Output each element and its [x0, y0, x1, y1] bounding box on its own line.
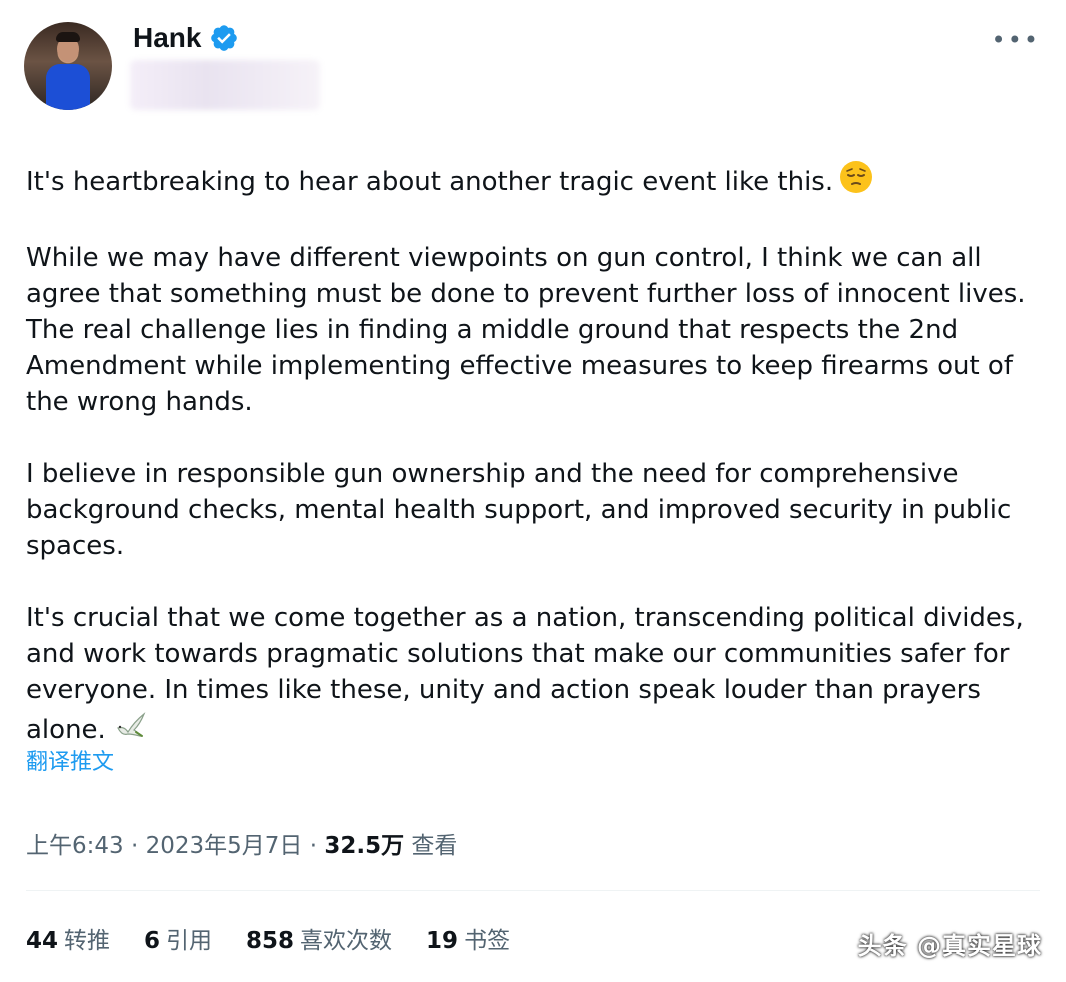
engagement-stats: 44 转推 6 引用 858 喜欢次数 19 书签 — [26, 921, 510, 955]
avatar[interactable] — [24, 22, 112, 110]
avatar-suit — [46, 64, 90, 110]
likes-count: 858 — [246, 928, 295, 954]
likes-stat[interactable]: 858 喜欢次数 — [246, 921, 392, 955]
tweet-card: Hank ••• It's heartbreaking to hear abou… — [0, 0, 1066, 982]
dove-icon — [112, 708, 148, 752]
retweets-count: 44 — [26, 928, 59, 954]
more-options-icon[interactable]: ••• — [992, 26, 1040, 54]
handle-blurred — [130, 60, 320, 110]
tweet-paragraph-3: I believe in responsible gun ownership a… — [26, 459, 1012, 561]
quotes-count: 6 — [144, 928, 161, 954]
author-name[interactable]: Hank — [133, 22, 201, 54]
retweets-label: 转推 — [64, 928, 111, 954]
translate-tweet-link[interactable]: 翻译推文 — [26, 744, 114, 776]
pensive-face-icon — [839, 160, 873, 204]
tweet-paragraph-2: While we may have different viewpoints o… — [26, 243, 1026, 417]
tweet-time[interactable]: 上午6:43 — [26, 833, 124, 859]
verified-badge-icon — [209, 23, 239, 53]
author-row: Hank — [133, 22, 239, 54]
watermark: 头条 @真实星球 — [857, 932, 1042, 960]
retweets-stat[interactable]: 44 转推 — [26, 921, 110, 955]
tweet-date[interactable]: 2023年5月7日 — [146, 833, 303, 859]
meta-separator: · — [123, 833, 146, 859]
avatar-hair — [56, 32, 80, 42]
tweet-paragraph-1: It's heartbreaking to hear about another… — [26, 160, 1046, 204]
quotes-label: 引用 — [166, 928, 213, 954]
likes-label: 喜欢次数 — [300, 928, 393, 954]
tweet-paragraph-4: It's crucial that we come together as a … — [26, 600, 1046, 752]
meta-separator-2: · — [302, 833, 325, 859]
quotes-stat[interactable]: 6 引用 — [144, 921, 212, 955]
tweet-text: It's heartbreaking to hear about another… — [26, 160, 1046, 752]
bookmarks-count: 19 — [426, 928, 459, 954]
views-label: 查看 — [411, 833, 458, 859]
bookmarks-label: 书签 — [464, 928, 511, 954]
views-count: 32.5万 — [324, 833, 405, 859]
bookmarks-stat[interactable]: 19 书签 — [426, 921, 510, 955]
tweet-meta: 上午6:43 · 2023年5月7日 · 32.5万 查看 — [26, 826, 457, 860]
divider — [26, 890, 1040, 891]
